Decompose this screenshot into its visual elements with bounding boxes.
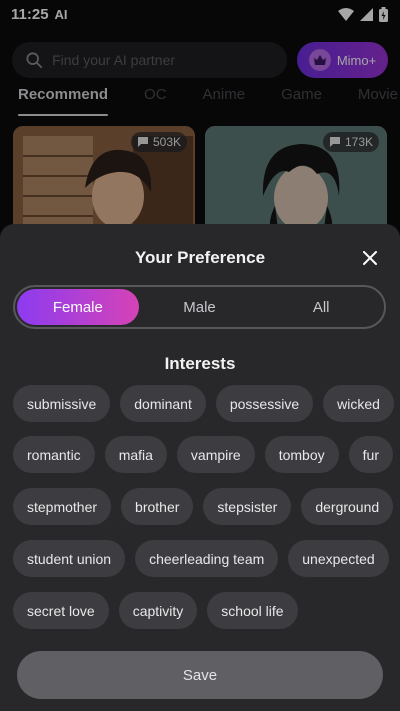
interest-chip[interactable]: stepmother bbox=[13, 488, 112, 525]
interest-row: submissive dominant possessive wicked bbox=[13, 385, 394, 422]
interest-chip[interactable]: school life bbox=[207, 592, 298, 629]
interest-row: stepmother brother stepsister derground bbox=[13, 488, 394, 525]
interest-row: secret love captivity school life bbox=[13, 592, 298, 629]
interest-chip[interactable]: romantic bbox=[13, 436, 95, 473]
interest-chip[interactable]: captivity bbox=[118, 592, 198, 629]
gender-toggle: Female Male All bbox=[13, 285, 386, 329]
interest-chip[interactable]: derground bbox=[301, 488, 394, 525]
interest-chip[interactable]: mafia bbox=[104, 436, 167, 473]
interest-chip[interactable]: submissive bbox=[13, 385, 111, 422]
interest-row: student union cheerleading team unexpect… bbox=[13, 540, 389, 577]
interest-row: romantic mafia vampire tomboy fur bbox=[13, 436, 393, 473]
interest-chip[interactable]: dominant bbox=[120, 385, 206, 422]
interest-chip[interactable]: stepsister bbox=[203, 488, 292, 525]
gender-option-all[interactable]: All bbox=[260, 289, 382, 325]
interest-chip[interactable]: cheerleading team bbox=[135, 540, 279, 577]
gender-option-male[interactable]: Male bbox=[139, 289, 261, 325]
interest-chip[interactable]: unexpected bbox=[288, 540, 389, 577]
interest-chip[interactable]: student union bbox=[13, 540, 126, 577]
interest-chip[interactable]: vampire bbox=[176, 436, 255, 473]
gender-option-female[interactable]: Female bbox=[17, 289, 139, 325]
interest-chip[interactable]: tomboy bbox=[264, 436, 339, 473]
interests-title: Interests bbox=[164, 354, 236, 373]
sheet-title: Your Preference bbox=[134, 248, 266, 267]
save-button[interactable]: Save bbox=[17, 651, 383, 699]
interest-chip[interactable]: wicked bbox=[323, 385, 394, 422]
interest-chip[interactable]: possessive bbox=[215, 385, 314, 422]
interest-chip[interactable]: secret love bbox=[13, 592, 109, 629]
interests-list: submissive dominant possessive wicked ro… bbox=[0, 374, 400, 644]
close-button[interactable] bbox=[360, 248, 380, 268]
interest-chip[interactable]: brother bbox=[121, 488, 194, 525]
interest-chip[interactable]: fur bbox=[348, 436, 393, 473]
preference-sheet: Your Preference Female Male All Interest… bbox=[0, 224, 400, 711]
close-icon bbox=[363, 251, 377, 265]
